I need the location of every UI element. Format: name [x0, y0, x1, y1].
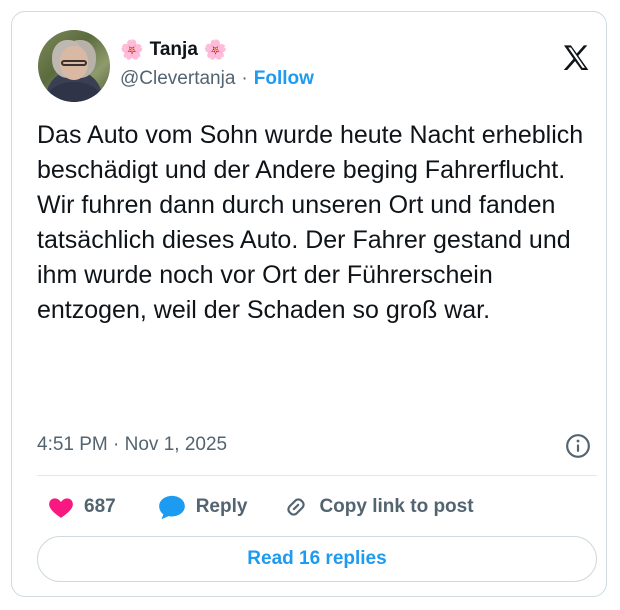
tweet-card: 🌸 Tanja 🌸 @Clevertanja · Follow Das Auto… — [11, 11, 607, 597]
info-icon[interactable] — [565, 433, 591, 459]
flower-icon: 🌸 — [203, 39, 228, 61]
author-handle[interactable]: @Clevertanja — [120, 68, 235, 90]
read-replies-button[interactable]: Read 16 replies — [37, 536, 597, 582]
avatar-shirt — [48, 82, 100, 102]
tweet-timestamp[interactable]: 4:51 PM · Nov 1, 2025 — [37, 434, 227, 456]
flower-icon: 🌸 — [120, 39, 144, 61]
reply-button[interactable]: Reply — [158, 494, 248, 520]
action-bar: 687 Reply Copy link to post — [48, 494, 474, 520]
avatar-glasses — [61, 60, 87, 66]
reply-label: Reply — [195, 496, 248, 517]
heart-icon — [49, 498, 73, 518]
copy-link-button[interactable]: Copy link to post — [283, 494, 474, 520]
author-display-name[interactable]: Tanja — [150, 39, 198, 61]
follow-button[interactable]: Follow — [254, 68, 314, 90]
like-button[interactable]: 687 — [48, 495, 116, 519]
separator-dot: · — [241, 68, 248, 89]
author-name-row[interactable]: 🌸 Tanja 🌸 — [120, 39, 228, 61]
x-logo-icon[interactable] — [560, 42, 592, 74]
avatar[interactable] — [38, 30, 110, 102]
author-handle-row: @Clevertanja · Follow — [120, 68, 314, 90]
divider — [37, 475, 597, 476]
reply-bubble-icon — [158, 495, 185, 520]
copy-link-label: Copy link to post — [319, 496, 474, 517]
link-icon — [287, 498, 306, 516]
tweet-text: Das Auto vom Sohn wurde heute Nacht erhe… — [37, 121, 584, 324]
like-count: 687 — [84, 496, 116, 517]
